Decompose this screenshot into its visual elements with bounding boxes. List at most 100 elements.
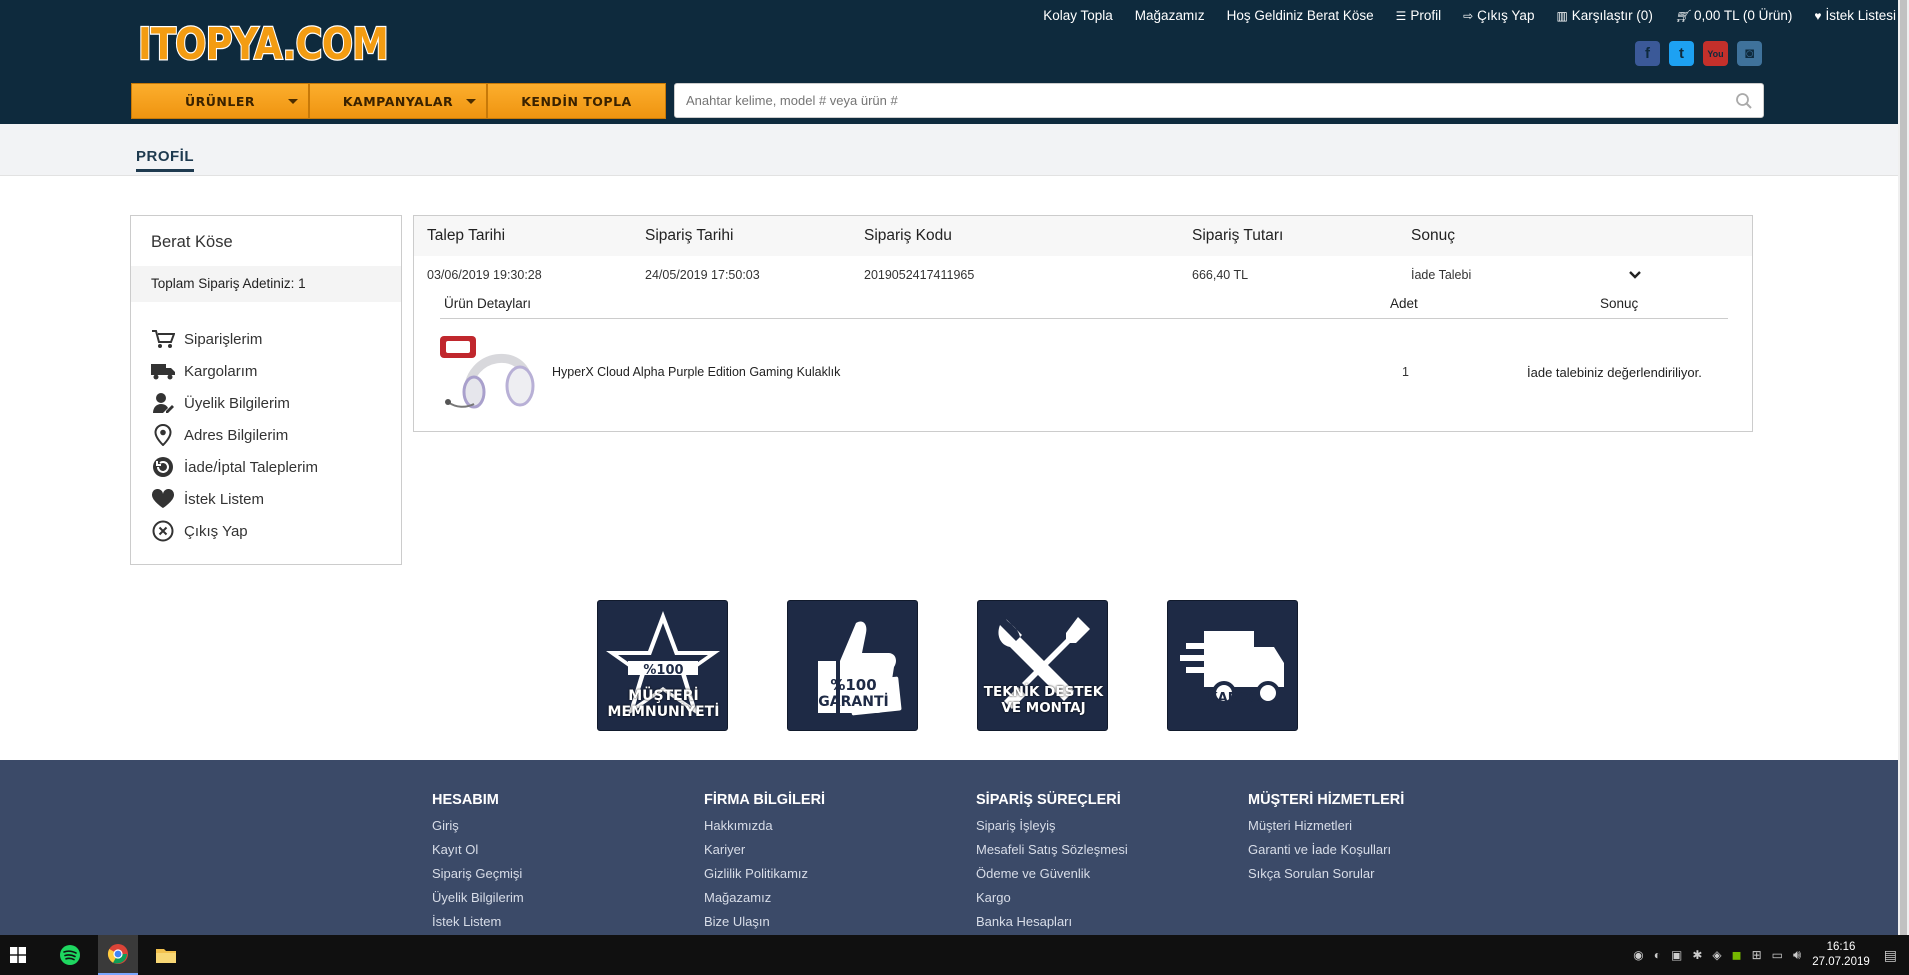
- clock-date: 27.07.2019: [1812, 956, 1870, 968]
- footer-link[interactable]: Gizlilik Politikamız: [704, 862, 825, 886]
- system-clock[interactable]: 16:16 27.07.2019: [1812, 940, 1870, 970]
- spotify-icon[interactable]: [50, 935, 90, 975]
- nav-products[interactable]: ÜRÜNLER: [131, 83, 309, 119]
- cell-request-date: 03/06/2019 19:30:28: [427, 268, 542, 282]
- menu-item-membership[interactable]: Üyelik Bilgilerim: [150, 387, 318, 419]
- list-icon: ☰: [1395, 8, 1407, 23]
- footer-link[interactable]: Mesafeli Satış Sözleşmesi: [976, 838, 1128, 862]
- menu-item-wishlist[interactable]: İstek Listem: [150, 483, 318, 515]
- facebook-icon[interactable]: f: [1635, 41, 1660, 66]
- notifications-icon[interactable]: ▤: [1884, 947, 1897, 964]
- footer-link[interactable]: Kargo: [976, 886, 1128, 910]
- instagram-icon[interactable]: ◙: [1737, 41, 1762, 66]
- menu-item-label: İstek Listem: [184, 490, 265, 508]
- wishlist-link-label: İstek Listesi: [1825, 8, 1896, 23]
- product-name[interactable]: HyperX Cloud Alpha Purple Edition Gaming…: [552, 365, 840, 379]
- cart-link[interactable]: 🛒︎ 0,00 TL (0 Ürün): [1675, 8, 1793, 23]
- footer-link[interactable]: Sıkça Sorulan Sorular: [1248, 862, 1404, 886]
- itopya-logo[interactable]: ITOPYA.COM: [136, 17, 390, 67]
- search-input[interactable]: [675, 84, 1675, 117]
- footer-link[interactable]: Sipariş İşleyiş: [976, 814, 1128, 838]
- orders-table: Talep Tarihi Sipariş Tarihi Sipariş Kodu…: [413, 215, 1753, 432]
- menu-item-label: Kargolarım: [184, 362, 258, 380]
- windows-start-icon[interactable]: [0, 935, 36, 975]
- badge-3-line1: TEKNİK DESTEK: [983, 684, 1104, 700]
- volume-icon[interactable]: 🔊︎: [1793, 947, 1801, 963]
- badge-1-line2: MÜŞTERİ: [628, 688, 699, 704]
- footer-link[interactable]: Banka Hesapları: [976, 910, 1128, 934]
- bluetooth-icon[interactable]: ✱: [1692, 948, 1702, 962]
- chevron-down-icon[interactable]: [1628, 270, 1642, 280]
- cart-icon: 🛒︎: [1674, 8, 1691, 23]
- twitter-icon[interactable]: t: [1669, 41, 1694, 66]
- profile-link[interactable]: ☰ Profil: [1396, 8, 1441, 23]
- footer-link[interactable]: Sipariş Geçmişi: [432, 862, 524, 886]
- file-explorer-icon[interactable]: [146, 935, 186, 975]
- logout-link[interactable]: ⇨ Çıkış Yap: [1463, 8, 1534, 23]
- discord-icon[interactable]: ◐: [1654, 948, 1661, 962]
- footer-link[interactable]: İstek Listem: [432, 910, 524, 934]
- magazamiz-link[interactable]: Mağazamız: [1135, 8, 1205, 23]
- footer-heading: FİRMA BİLGİLERİ: [704, 792, 826, 808]
- nav-build-your-own[interactable]: KENDİN TOPLA: [487, 83, 666, 119]
- footer-link[interactable]: Giriş: [432, 814, 524, 838]
- menu-item-label: Adres Bilgilerim: [184, 426, 289, 444]
- network-icon[interactable]: ▭: [1772, 948, 1783, 962]
- tab-profile[interactable]: PROFİL: [136, 148, 194, 172]
- nav-campaigns-label: KAMPANYALAR: [342, 93, 454, 109]
- menu-item-logout[interactable]: Çıkış Yap: [150, 515, 318, 547]
- search-box: [674, 83, 1764, 118]
- tray-app-icon[interactable]: ◈: [1712, 948, 1721, 962]
- page-tab-bar: PROFİL: [0, 124, 1898, 176]
- nvidia-icon[interactable]: ◼: [1732, 948, 1742, 962]
- footer-link[interactable]: Kariyer: [704, 838, 825, 862]
- tray-app-icon[interactable]: ⊞: [1752, 948, 1762, 962]
- site-header: ITOPYA.COM Kolay Topla Mağazamız Hoş Gel…: [0, 0, 1898, 124]
- welcome-text[interactable]: Hoş Geldiniz Berat Köse: [1227, 8, 1374, 23]
- footer-link[interactable]: Mağazamız: [704, 886, 825, 910]
- cart-link-label: 0,00 TL (0 Ürün): [1694, 8, 1793, 23]
- tray-app-icon[interactable]: ▣: [1671, 948, 1682, 962]
- compare-link[interactable]: ▥ Karşılaştır (0): [1556, 8, 1652, 23]
- footer-col-account: HESABIM Giriş Kayıt Ol Sipariş Geçmişi Ü…: [432, 792, 524, 934]
- detail-divider: [440, 318, 1728, 319]
- caret-down-icon: [466, 99, 476, 104]
- kolay-topla-link[interactable]: Kolay Topla: [1043, 8, 1113, 23]
- product-image[interactable]: [438, 334, 538, 412]
- system-tray: ◉ ◐ ▣ ✱ ◈ ◼ ⊞ ▭ 🔊︎ 16:16 27.07.2019 ▤: [1628, 935, 1909, 975]
- footer-link[interactable]: Müşteri Hizmetleri: [1248, 814, 1404, 838]
- top-links: Kolay Topla Mağazamız Hoş Geldiniz Berat…: [880, 8, 1902, 23]
- steam-icon[interactable]: ◉: [1633, 948, 1643, 962]
- footer-link[interactable]: Bize Ulaşın: [704, 910, 825, 934]
- footer-link[interactable]: Üyelik Bilgilerim: [432, 886, 524, 910]
- detail-col-result: Sonuç: [1600, 296, 1639, 311]
- compare-link-label: Karşılaştır (0): [1571, 8, 1653, 23]
- bar-chart-icon: ▥: [1556, 8, 1568, 23]
- menu-item-shipments[interactable]: Kargolarım: [150, 355, 318, 387]
- badge-1-line3: MEMNUNİYETİ: [607, 704, 720, 720]
- footer-link[interactable]: Garanti ve İade Koşulları: [1248, 838, 1404, 862]
- badge-shipping: KARGO: [1167, 600, 1298, 731]
- footer-link[interactable]: Ödeme ve Güvenlik: [976, 862, 1128, 886]
- badge-customer-satisfaction: %100 MÜŞTERİ MEMNUNİYETİ: [597, 600, 728, 731]
- thumbs-up-icon: [818, 621, 902, 716]
- nav-build-label: KENDİN TOPLA: [521, 93, 632, 109]
- scrollbar-thumb[interactable]: [1900, 0, 1907, 935]
- page-scrollbar[interactable]: [1898, 0, 1909, 935]
- nav-campaigns[interactable]: KAMPANYALAR: [309, 83, 487, 119]
- search-icon[interactable]: [1735, 92, 1753, 110]
- menu-item-returns[interactable]: İade/İptal Taleplerim: [150, 451, 318, 483]
- map-pin-icon: [150, 424, 176, 446]
- main-nav: ÜRÜNLER KAMPANYALAR KENDİN TOPLA: [131, 83, 666, 119]
- footer-heading: SİPARİŞ SÜREÇLERİ: [976, 792, 1121, 808]
- user-name: Berat Köse: [151, 233, 233, 251]
- detail-col-qty: Adet: [1390, 296, 1418, 311]
- youtube-icon[interactable]: You: [1703, 41, 1728, 66]
- menu-item-orders[interactable]: Siparişlerim: [150, 323, 318, 355]
- chrome-icon[interactable]: [98, 935, 138, 975]
- wishlist-link[interactable]: ♥ İstek Listesi: [1814, 8, 1896, 23]
- menu-item-label: Üyelik Bilgilerim: [184, 394, 290, 412]
- menu-item-address[interactable]: Adres Bilgilerim: [150, 419, 318, 451]
- footer-link[interactable]: Kayıt Ol: [432, 838, 524, 862]
- footer-link[interactable]: Hakkımızda: [704, 814, 825, 838]
